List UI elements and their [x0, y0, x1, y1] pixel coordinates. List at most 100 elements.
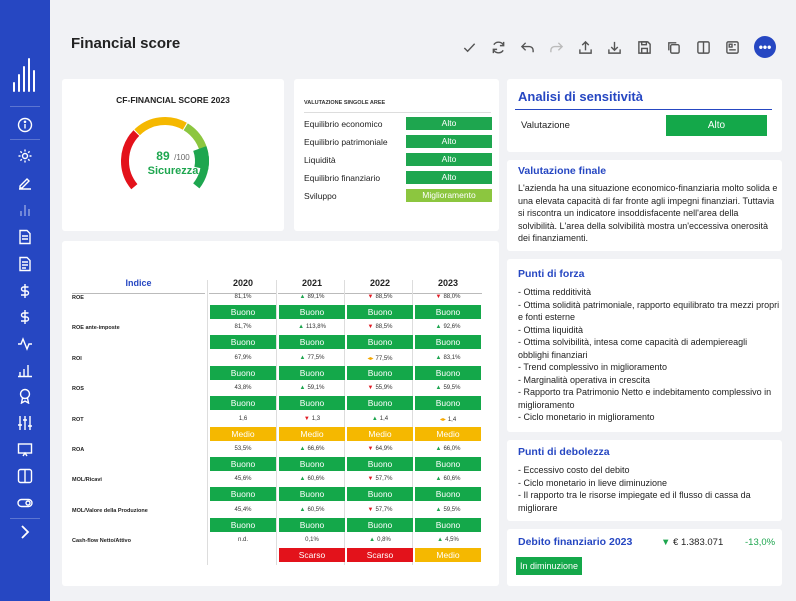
trend-down-icon: ▼ [367, 324, 374, 331]
sensitivity-badge: Alto [666, 115, 767, 136]
stats-icon[interactable] [15, 360, 35, 380]
cell-value-text: 43,8% [234, 385, 252, 392]
cell-value: ▲ 89,1% [278, 294, 346, 300]
trend-down-icon: ▼ [367, 476, 374, 483]
trend-up-icon: ▲ [435, 506, 442, 513]
debito-badge: In diminuzione [516, 557, 583, 575]
toggle-icon[interactable] [15, 493, 35, 513]
cell-value: ▲ 113,8% [278, 324, 346, 330]
dollar-alt-icon[interactable] [15, 307, 35, 327]
cell-value: ▼ 88,5% [346, 294, 414, 300]
cell-value: ▲ 59,5% [414, 385, 482, 391]
trend-up-icon: ▲ [299, 476, 306, 483]
row-label: MOL/Valore della Produzione [72, 507, 148, 514]
more-button[interactable]: ••• [754, 36, 776, 58]
debito-value-group: ▼ € 1.383.071 [661, 537, 723, 548]
logo-icon[interactable] [11, 58, 39, 92]
document-icon[interactable] [15, 227, 35, 247]
punti-debolezza-title: Punti di debolezza [518, 446, 610, 458]
cell-value: ▲ 77,5% [278, 355, 346, 361]
cell-value: ▲ 59,5% [414, 507, 482, 513]
area-row: Liquidità Alto [304, 153, 492, 167]
cell-value-text: 55,9% [375, 385, 393, 392]
rating-badge: Buono [347, 335, 413, 350]
refresh-icon[interactable] [489, 37, 507, 57]
score-gauge-card: CF-FINANCIAL SCORE 2023 89 /100 Sicurezz… [62, 79, 284, 231]
cell-value: ▲ 60,6% [414, 476, 482, 482]
trend-up-icon: ▲ [299, 385, 306, 392]
cell-value-text: 60,5% [307, 506, 325, 513]
trend-down-icon: ▼ [303, 415, 310, 422]
rating-badge: Buono [210, 396, 276, 411]
chevron-right-icon[interactable] [15, 522, 35, 542]
cell-value: 45,4% [209, 507, 277, 513]
download-icon[interactable] [605, 37, 623, 57]
area-badge: Alto [406, 171, 492, 184]
bar-chart-icon[interactable] [15, 200, 35, 220]
trend-up-icon: ▲ [435, 476, 442, 483]
gauge-score-max: /100 [174, 153, 190, 162]
column-divider [207, 280, 208, 565]
cell-value-text: 0,8% [377, 537, 391, 544]
sliders-icon[interactable] [15, 413, 35, 433]
cell-value: ▲ 60,6% [278, 476, 346, 482]
cell-value: ▼ 88,5% [346, 324, 414, 330]
check-icon[interactable] [460, 37, 478, 57]
document-alt-icon[interactable] [15, 254, 35, 274]
rating-badge: Medio [210, 426, 276, 441]
page-title: Financial score [71, 35, 181, 52]
columns-icon[interactable] [15, 466, 35, 486]
trend-down-icon: ▼ [367, 385, 374, 392]
cell-value-text: 60,6% [307, 476, 325, 483]
presentation-icon[interactable] [15, 440, 35, 460]
settings-icon[interactable] [15, 146, 35, 166]
activity-icon[interactable] [15, 334, 35, 354]
dollar-icon[interactable] [15, 281, 35, 301]
cell-value: ▼ 1,3 [278, 416, 346, 422]
cell-value: ▼ 64,9% [346, 446, 414, 452]
sensitivity-label: Valutazione [521, 120, 570, 131]
cell-value: 1,6 [209, 416, 277, 422]
redo-icon[interactable] [547, 37, 565, 57]
debito-card: Debito finanziario 2023 ▼ € 1.383.071 -1… [507, 529, 782, 586]
rating-badge: Buono [210, 487, 276, 502]
info-icon[interactable] [15, 115, 35, 135]
split-view-icon[interactable] [694, 37, 712, 57]
gauge-score: 89 /100 [62, 147, 284, 165]
column-header-year: 2020 [232, 278, 254, 288]
edit-icon[interactable] [15, 173, 35, 193]
trend-down-icon: ▼ [367, 294, 374, 300]
dashboard-icon[interactable] [723, 37, 741, 57]
trend-up-icon: ▲ [437, 537, 444, 544]
cell-value-text: 113,8% [306, 324, 326, 331]
cell-value-text: 67,9% [234, 354, 252, 361]
area-row: Sviluppo Miglioramento [304, 189, 492, 203]
copy-icon[interactable] [664, 37, 682, 57]
cell-value-text: 92,6% [443, 324, 461, 331]
rating-badge: Medio [347, 426, 413, 441]
punti-forza-title: Punti di forza [518, 268, 585, 280]
cell-value-text: 1,6 [238, 415, 248, 422]
singole-aree-card: VALUTAZIONE SINGOLE AREE Equilibrio econ… [294, 79, 499, 231]
sidebar-divider [10, 518, 40, 519]
valutazione-finale-title: Valutazione finale [518, 165, 607, 177]
cell-value: 53,5% [209, 446, 277, 452]
save-icon[interactable] [635, 37, 653, 57]
trend-side-icon: ◂▸ [439, 416, 446, 423]
cell-value: n.d. [209, 537, 277, 543]
cell-value-text: 66,0% [443, 446, 461, 452]
upload-icon[interactable] [576, 37, 594, 57]
debito-delta: -13,0% [745, 537, 776, 548]
rating-badge: Buono [347, 396, 413, 411]
cell-value-text: 64,9% [375, 446, 393, 452]
undo-icon[interactable] [518, 37, 536, 57]
area-row: Equilibrio patrimoniale Alto [304, 135, 492, 149]
row-label: MOL/Ricavi [72, 477, 102, 484]
rating-badge: Buono [279, 305, 345, 319]
cell-value: ▲ 66,0% [414, 446, 482, 452]
award-icon[interactable] [15, 386, 35, 406]
cell-value-text: 88,5% [375, 294, 393, 300]
rating-badge: Scarso [347, 548, 413, 563]
header-underline [72, 293, 205, 294]
rating-badge: Buono [279, 335, 345, 350]
